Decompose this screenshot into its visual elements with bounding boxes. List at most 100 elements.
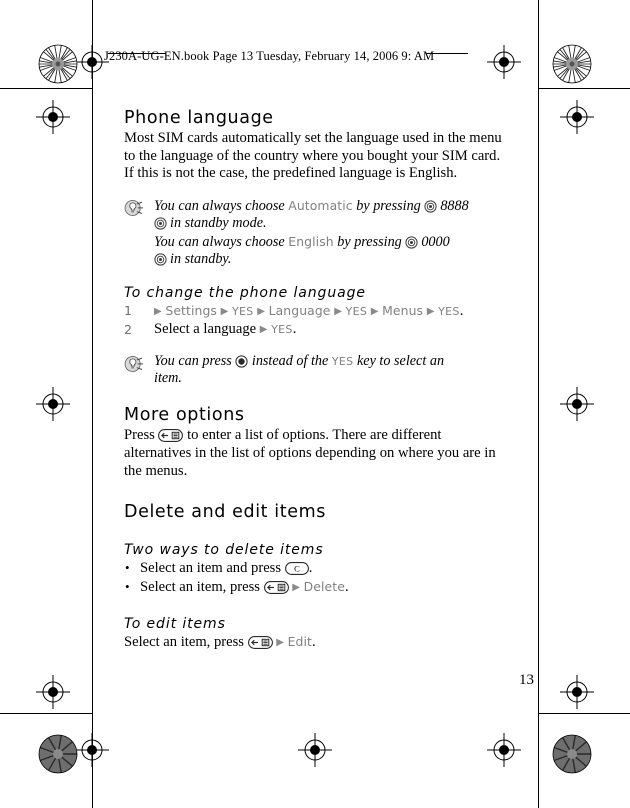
registration-crosshair-mark-upper-right [560, 100, 594, 134]
ui-label-language: Language [268, 303, 331, 319]
step-number: 1 [124, 303, 133, 319]
section-heading-delete-and-edit: Delete and edit items [124, 502, 326, 523]
to-edit-items-body: Select an item, press ▶ Edit. [124, 633, 510, 652]
clear-key-icon: C [284, 562, 309, 576]
registration-crosshair-mark-middle-left [36, 387, 70, 421]
trim-line-bottom-right [538, 713, 630, 714]
ui-label-yes: YES [232, 305, 254, 319]
edit-text-b: . [312, 634, 316, 651]
edit-text-a: Select an item, press [124, 634, 248, 651]
subsection-heading-to-edit-items: To edit items [124, 616, 226, 633]
bullet-dot-icon: • [125, 560, 130, 576]
tip-text-1b: by pressing [352, 197, 425, 214]
nav-arrow-icon: ▶ [259, 324, 268, 335]
tip-line-1: You can always choose Automatic by press… [154, 197, 510, 215]
list-item: • Select an item, press ▶ Delete. [124, 578, 510, 598]
ui-label-yes: YES [438, 305, 460, 319]
more-options-text-a: Press [124, 427, 159, 444]
tip2-line-1: You can press instead of the YES key to … [154, 353, 510, 370]
tip2-text-b: instead of the [248, 352, 332, 369]
step-trailing-punct: . [459, 303, 464, 320]
ui-label-yes: YES [271, 323, 293, 336]
section-heading-more-options: More options [124, 405, 245, 426]
more-options-body: Press to enter a list of options. There … [124, 427, 510, 480]
nav-arrow-icon: ▶ [426, 306, 435, 318]
bullet-dot-icon: • [125, 578, 130, 594]
options-key-icon [247, 636, 273, 650]
document-page: J230A-UG-EN.book Page 13 Tuesday, Februa… [0, 0, 630, 808]
header-rule-left [108, 53, 166, 54]
subsection-heading-change-language: To change the phone language [124, 285, 366, 302]
registration-crosshair-mark-bottom-center [298, 733, 332, 767]
svg-text:C: C [294, 564, 300, 574]
registration-crosshair-mark-top-right [487, 45, 521, 79]
tip2-line-2: item. [154, 370, 182, 386]
trim-line-top-right [538, 88, 630, 89]
tip-block-joystick-select: You can press instead of the YES key to … [124, 353, 510, 388]
ui-label-settings: Settings [165, 303, 217, 319]
nav-arrow-icon: ▶ [276, 637, 284, 649]
subsection-heading-two-ways-delete: Two ways to delete items [124, 542, 324, 559]
nav-arrow-icon: ▶ [257, 306, 265, 318]
page-content: Phone language Most SIM cards automatica… [124, 108, 510, 652]
bullet-text-b: . [308, 560, 313, 577]
page-number: 13 [519, 672, 534, 688]
tip-lightbulb-icon [124, 199, 144, 216]
phone-language-body: Most SIM cards automatically set the lan… [124, 130, 502, 182]
trim-line-right [538, 0, 539, 808]
tip-value-8888: 8888 [440, 197, 469, 214]
registration-crosshair-mark-bottom-left [75, 733, 109, 767]
step-item-2: 2 Select a language ▶ YES. [124, 321, 510, 339]
registration-crosshair-mark-middle-right [560, 387, 594, 421]
registration-crosshair-mark-lower-left [36, 675, 70, 709]
tip-block-language-shortcuts: You can always choose Automatic by press… [124, 197, 510, 269]
options-key-icon [263, 580, 289, 594]
options-key-icon [158, 429, 184, 443]
step-item-1: 1 ▶ Settings ▶ YES ▶ Language ▶ YES ▶ Men… [124, 302, 510, 321]
header-rule-right [426, 53, 468, 54]
registration-crosshair-mark-lower-right [560, 675, 594, 709]
list-item: • Select an item and press C. [124, 559, 510, 578]
nav-arrow-icon: ▶ [220, 306, 229, 318]
nav-arrow-icon: ▶ [154, 306, 162, 318]
step-trailing-punct: . [292, 321, 297, 337]
bullet-text-a: Select an item, press [140, 578, 264, 595]
joystick-press-icon [235, 354, 248, 368]
step-text: Select a language [154, 321, 260, 337]
bullet-text-a: Select an item and press [140, 560, 285, 577]
nav-arrow-icon: ▶ [292, 581, 300, 593]
nav-arrow-icon: ▶ [370, 306, 379, 318]
tip-text-1a: You can always choose [154, 197, 289, 214]
ui-label-delete: Delete [303, 578, 345, 594]
tip-text-4: in standby. [170, 251, 232, 267]
print-density-starburst-mark-bottom-right [552, 734, 592, 774]
ui-label-yes: YES [345, 305, 368, 319]
step-number: 2 [124, 322, 133, 337]
ui-label-english: English [288, 233, 334, 249]
ui-label-menus: Menus [382, 303, 424, 319]
registration-crosshair-mark-upper-left [36, 100, 70, 134]
tip-line-4: in standby. [154, 251, 510, 268]
tip-line-3: You can always choose English by pressin… [154, 233, 510, 251]
bullet-list-delete-items: • Select an item and press C. • Select an … [124, 559, 510, 597]
joystick-icon [154, 253, 167, 266]
joystick-icon [424, 200, 437, 213]
joystick-icon [154, 217, 167, 230]
print-density-starburst-mark-top-right [552, 44, 592, 84]
section-heading-phone-language: Phone language [124, 108, 274, 128]
tip-text-3b: by pressing [333, 233, 406, 250]
trim-line-bottom-left [0, 713, 92, 714]
ui-label-automatic: Automatic [288, 197, 353, 213]
tip2-text-c: key to select an [353, 352, 445, 369]
tip-text-2: in standby mode. [170, 215, 267, 232]
bullet-text-b: . [344, 578, 349, 595]
tip-lightbulb-icon [124, 355, 144, 372]
registration-crosshair-mark-bottom-right [487, 733, 521, 767]
running-header: J230A-UG-EN.book Page 13 Tuesday, Februa… [104, 49, 468, 64]
joystick-icon [405, 235, 418, 249]
running-header-text: J230A-UG-EN.book Page 13 Tuesday, Februa… [104, 49, 435, 63]
ui-label-yes: YES [331, 354, 354, 368]
print-density-starburst-mark-bottom-left [38, 734, 78, 774]
trim-line-top-left [0, 88, 92, 89]
tip-text-3a: You can always choose [154, 233, 289, 250]
